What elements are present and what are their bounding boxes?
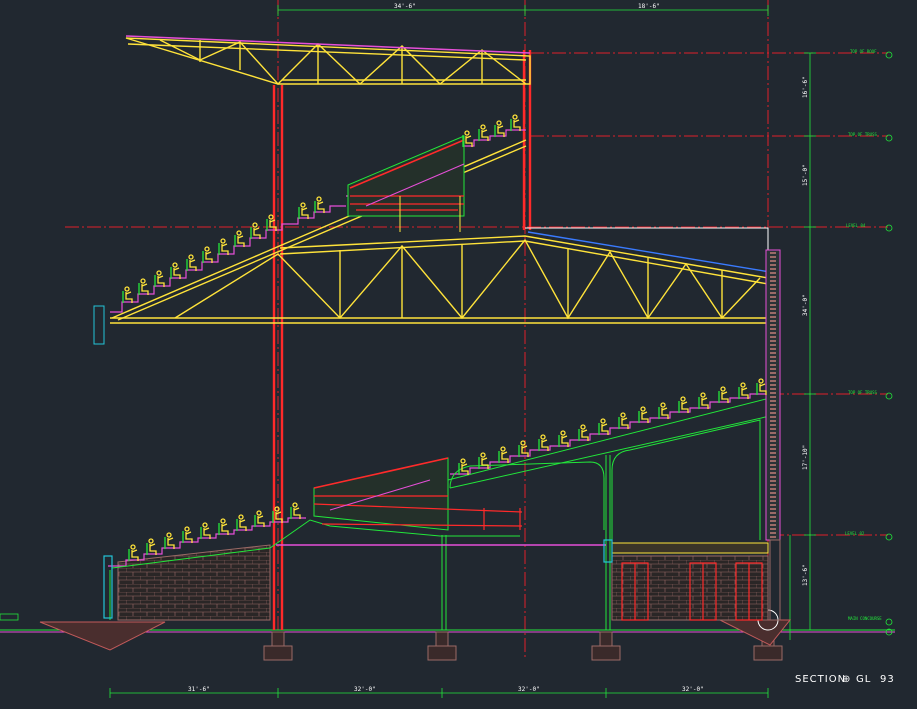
right-dim-2: 15'-0" bbox=[802, 164, 809, 186]
svg-text:LEVEL 02: LEVEL 02 bbox=[845, 531, 865, 536]
svg-text:MAIN CONCOURSE: MAIN CONCOURSE bbox=[848, 616, 882, 621]
right-dim-3: 34'-0" bbox=[802, 294, 809, 316]
drawing-title-block: SECTION ⊕ GL 93 bbox=[795, 674, 895, 685]
svg-text:LEVEL 04: LEVEL 04 bbox=[846, 223, 866, 228]
right-dim-1: 16'-6" bbox=[802, 76, 809, 98]
bottom-dim-3: 32'-0" bbox=[518, 686, 540, 693]
grid-number: 93 bbox=[880, 674, 895, 685]
section-drawing-canvas: 34'-6" 18'-6" 31'-6" 32'-0" 32'-0" 32'-0… bbox=[0, 0, 917, 709]
bottom-dim-4: 32'-0" bbox=[682, 686, 704, 693]
top-dim-1: 34'-6" bbox=[394, 3, 416, 10]
right-dim-5: 13'-6" bbox=[802, 564, 809, 586]
grid-prefix: GL bbox=[856, 674, 871, 685]
right-dim-4: 17'-10" bbox=[802, 445, 809, 470]
svg-text:TOP OF TRUSS: TOP OF TRUSS bbox=[848, 390, 877, 395]
svg-text:TOP OF TRUSS: TOP OF TRUSS bbox=[848, 132, 877, 137]
concourse-canopy-joist bbox=[611, 542, 769, 554]
svg-text:TOP OF ROOF: TOP OF ROOF bbox=[850, 49, 877, 54]
section-title: SECTION bbox=[795, 674, 846, 685]
bottom-dim-2: 32'-0" bbox=[354, 686, 376, 693]
bottom-dim-1: 31'-6" bbox=[188, 686, 210, 693]
grid-symbol: ⊕ bbox=[842, 674, 851, 685]
top-dim-2: 18'-6" bbox=[638, 3, 660, 10]
